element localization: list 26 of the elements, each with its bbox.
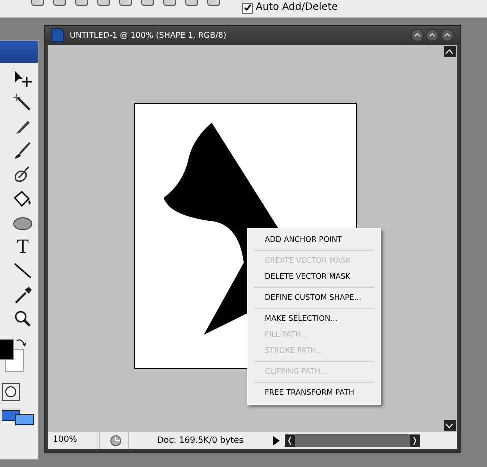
type-tool[interactable]: T [12, 237, 34, 257]
check-icon [244, 4, 252, 12]
screen-mode-icon[interactable] [2, 409, 36, 427]
scroll-down-button[interactable] [444, 420, 456, 431]
document-title: UNTITLED-1 @ 100% (SHAPE 1, RGB/8) [70, 31, 228, 40]
vertical-scrollbar[interactable] [442, 45, 457, 432]
clock-icon [110, 434, 122, 446]
play-icon[interactable] [272, 436, 281, 446]
arrow-icon[interactable] [12, 69, 34, 89]
window-control-button[interactable] [441, 29, 454, 42]
color-swatches-drawing[interactable] [0, 337, 25, 373]
swap-arrows-icon[interactable] [15, 337, 27, 349]
scroll-right-button[interactable] [410, 434, 420, 446]
horizontal-scrollbar[interactable] [285, 434, 420, 447]
document-file-icon [51, 28, 65, 43]
window-control-button[interactable] [411, 29, 424, 42]
circle-icon [4, 386, 18, 398]
line-icon[interactable] [12, 261, 34, 281]
scroll-up-button[interactable] [444, 46, 456, 57]
auto-add-delete-checkbox[interactable]: Auto Add/Delete [242, 2, 338, 14]
toolbox-header [0, 41, 38, 63]
document-info: Doc: 169.5K/0 bytes [156, 436, 245, 446]
quick-mask-button[interactable] [2, 383, 20, 401]
zoom-level[interactable]: 100% [48, 432, 100, 449]
scroll-left-button[interactable] [285, 434, 295, 446]
window-control-button[interactable] [426, 29, 439, 42]
